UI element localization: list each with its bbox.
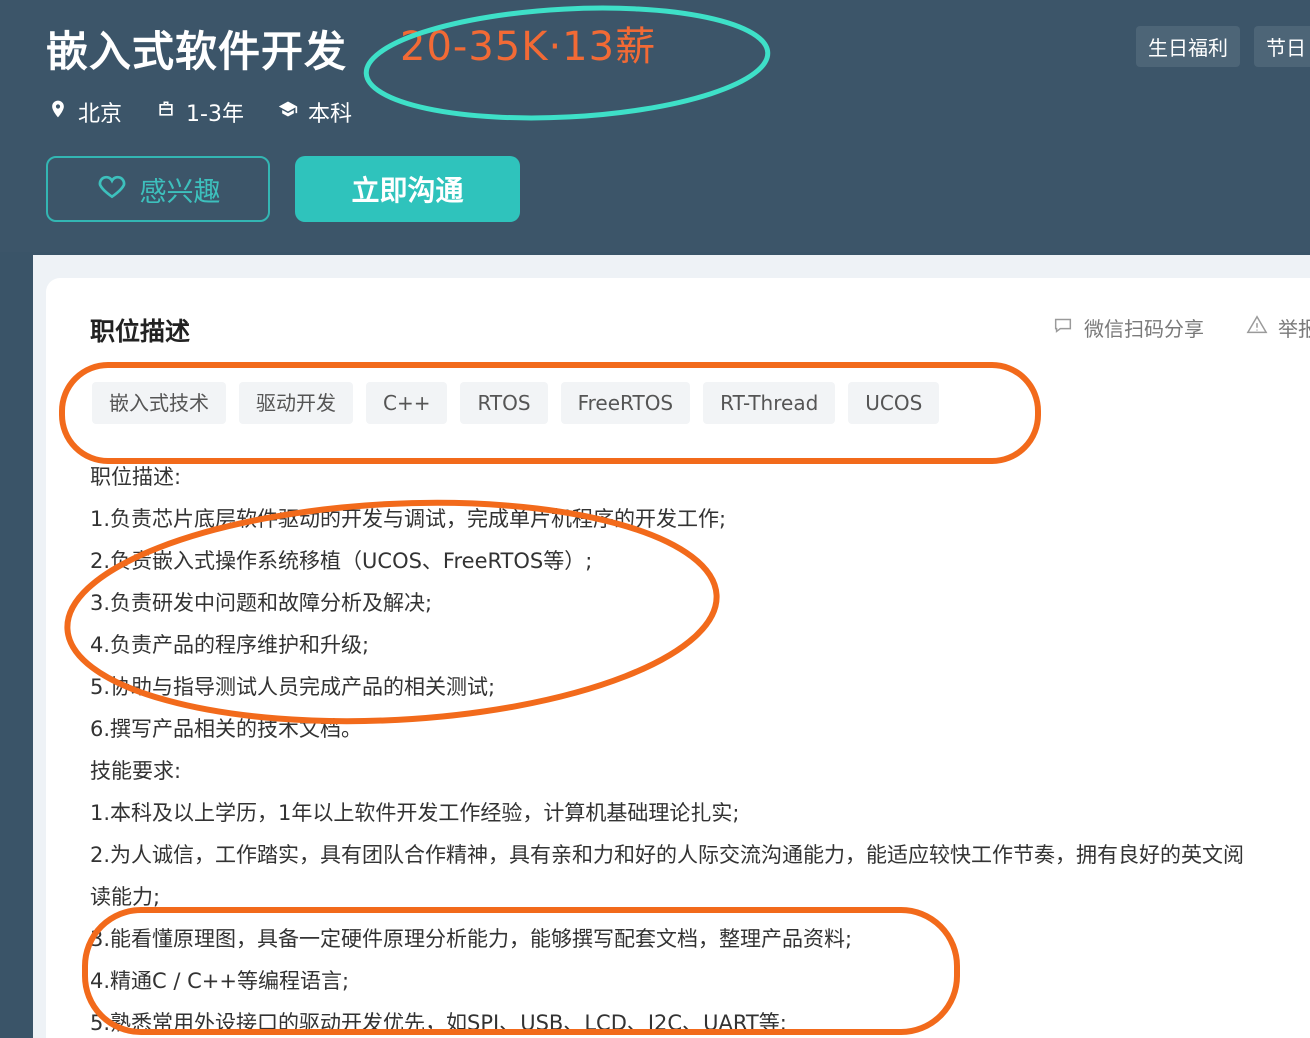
skill-tags: 嵌入式技术 驱动开发 C++ RTOS FreeRTOS RT-Thread U…	[92, 382, 940, 424]
description-line: 5.熟悉常用外设接口的驱动开发优先，如SPI、USB、LCD、I2C、UART等…	[90, 1011, 787, 1035]
benefit-tag: 生日福利	[1136, 26, 1240, 67]
job-meta: 北京 1-3年 本科	[48, 96, 352, 128]
chat-now-button[interactable]: 立即沟通	[295, 156, 520, 222]
briefcase-icon	[156, 99, 176, 125]
meta-experience: 1-3年	[156, 96, 244, 128]
job-detail-page: 嵌入式软件开发 20-35K·13薪 北京 1-3年 本科 感兴趣 立即沟通 生…	[0, 0, 1310, 1038]
heart-icon	[96, 170, 128, 209]
job-title: 嵌入式软件开发	[46, 27, 348, 76]
description-line: 6.撰写产品相关的技术文档。	[90, 717, 363, 741]
benefit-tag: 节日	[1254, 26, 1310, 67]
chat-bubble-icon	[1052, 314, 1074, 341]
wechat-share-label: 微信扫码分享	[1084, 317, 1204, 341]
description-line: 3.能看懂原理图，具备一定硬件原理分析能力，能够撰写配套文档，整理产品资料;	[90, 927, 853, 951]
skill-tag: 嵌入式技术	[92, 382, 226, 424]
skill-tag: RT-Thread	[703, 382, 836, 424]
graduation-cap-icon	[278, 99, 298, 125]
report-label: 举报	[1278, 317, 1310, 341]
description-line: 读能力;	[90, 885, 161, 909]
report-link[interactable]: 举报	[1246, 313, 1310, 342]
description-line: 职位描述:	[90, 465, 182, 489]
meta-degree: 本科	[278, 96, 352, 128]
description-line: 1.本科及以上学历，1年以上软件开发工作经验，计算机基础理论扎实;	[90, 801, 740, 825]
interest-button-label: 感兴趣	[139, 176, 221, 208]
skill-tag: RTOS	[460, 382, 548, 424]
interest-button[interactable]: 感兴趣	[46, 156, 270, 222]
description-line: 2.负责嵌入式操作系统移植（UCOS、FreeRTOS等）;	[90, 549, 593, 573]
skill-tag: 驱动开发	[239, 382, 353, 424]
location-pin-icon	[48, 99, 68, 125]
section-title: 职位描述	[90, 317, 191, 346]
job-description-text: 职位描述: 1.负责芯片底层软件驱动的开发与调试，完成单片机程序的开发工作; 2…	[90, 456, 1310, 1038]
meta-location: 北京	[48, 96, 122, 128]
card-actions: 微信扫码分享 举报	[1052, 313, 1310, 342]
description-line: 4.精通C / C++等编程语言;	[90, 969, 350, 993]
description-line: 2.为人诚信，工作踏实，具有团队合作精神，具有亲和力和好的人际交流沟通能力，能适…	[90, 843, 1245, 867]
description-line: 1.负责芯片底层软件驱动的开发与调试，完成单片机程序的开发工作;	[90, 507, 727, 531]
skill-tag: C++	[366, 382, 448, 424]
meta-degree-text: 本科	[307, 102, 352, 127]
warning-icon	[1246, 314, 1268, 341]
meta-location-text: 北京	[78, 102, 123, 127]
job-header: 嵌入式软件开发 20-35K·13薪 北京 1-3年 本科 感兴趣 立即沟通 生…	[0, 0, 1310, 252]
salary: 20-35K·13薪	[400, 24, 657, 70]
description-line: 技能要求:	[90, 759, 182, 783]
description-line: 3.负责研发中问题和故障分析及解决;	[90, 591, 433, 615]
description-line: 4.负责产品的程序维护和升级;	[90, 633, 370, 657]
wechat-share-link[interactable]: 微信扫码分享	[1052, 313, 1204, 342]
benefit-tags: 生日福利 节日	[1136, 26, 1310, 67]
skill-tag: UCOS	[848, 382, 940, 424]
skill-tag: FreeRTOS	[560, 382, 691, 424]
meta-experience-text: 1-3年	[186, 102, 244, 127]
description-line: 5.协助与指导测试人员完成产品的相关测试;	[90, 675, 496, 699]
